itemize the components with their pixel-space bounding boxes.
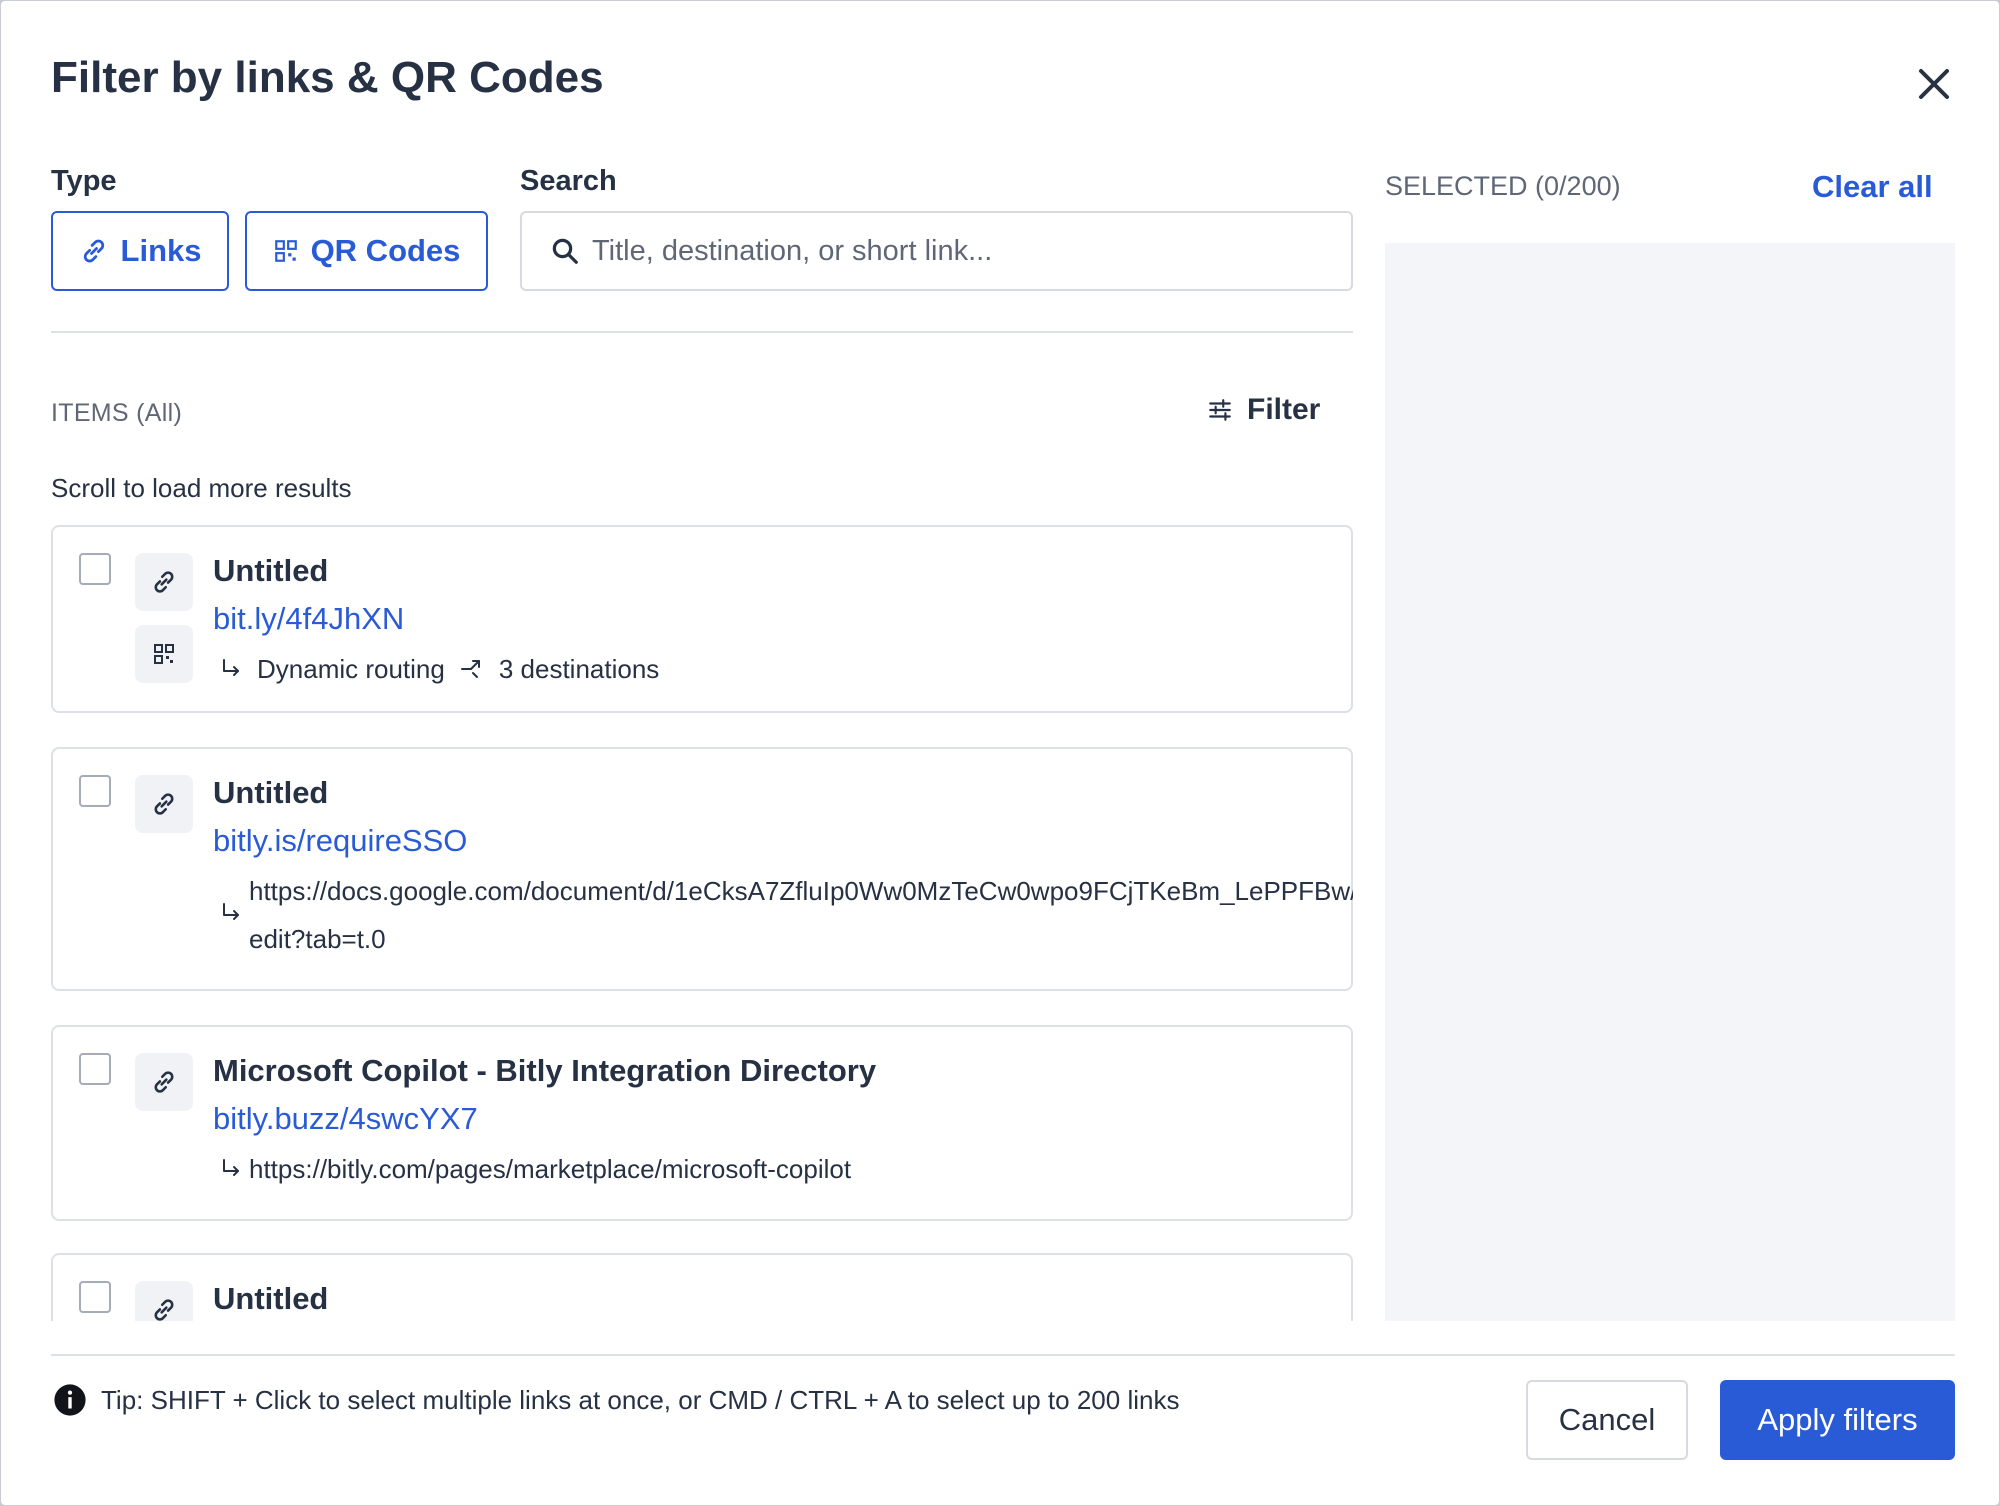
link-icon [154,1299,174,1321]
item-checkbox[interactable] [79,553,111,585]
tip-text: Tip: SHIFT + Click to select multiple li… [101,1384,1180,1415]
link-type-badge [135,775,193,833]
type-qr-label: QR Codes [310,233,461,268]
item-destination: https://docs.google.com/document/d/1eCks… [219,867,1353,963]
clear-all-button[interactable]: Clear all [1812,169,1933,205]
info-icon [54,1384,86,1416]
close-button[interactable] [1909,59,1959,109]
item-checkbox[interactable] [79,1053,111,1085]
cancel-button[interactable]: Cancel [1526,1380,1688,1460]
return-arrow-icon [223,659,239,676]
list-item[interactable]: Microsoft Copilot - Bitly Integration Di… [51,1025,1353,1221]
type-qr-button[interactable]: QR Codes [245,211,488,291]
item-title: Untitled [213,1281,329,1316]
link-type-badge [135,553,193,611]
close-icon [1919,69,1949,99]
modal-title: Filter by links & QR Codes [51,53,604,102]
item-title: Microsoft Copilot - Bitly Integration Di… [213,1053,877,1088]
destinations-count: 3 destinations [498,654,660,684]
return-arrow-icon [223,1159,239,1176]
qr-code-icon [274,240,297,262]
items-header: ITEMS (All) [51,399,183,427]
qr-type-badge [135,625,193,683]
tip-message: Tip: SHIFT + Click to select multiple li… [53,1383,1179,1417]
item-destination: https://bitly.com/pages/marketplace/micr… [219,1145,1353,1193]
item-checkbox[interactable] [79,775,111,807]
search-box [520,211,1353,291]
link-type-badge [135,1053,193,1111]
link-icon [154,793,174,815]
scroll-message: Scroll to load more results [51,473,352,503]
link-icon [154,1071,174,1093]
list-item[interactable]: Untitled [51,1253,1353,1321]
item-short-link[interactable]: bit.ly/4f4JhXN [213,601,404,637]
sliders-icon [1209,399,1231,421]
footer-divider [51,1354,1955,1356]
list-item[interactable]: Untitled bit.ly/4f4JhXN Dynamic routing … [51,525,1353,713]
selected-header: SELECTED (0/200) [1385,171,1621,201]
link-type-badge [135,1281,193,1321]
list-item[interactable]: Untitled bitly.is/requireSSO https://doc… [51,747,1353,991]
filter-button[interactable]: Filter [1207,393,1320,427]
routing-icon [460,660,480,678]
selected-panel [1385,243,1955,1321]
type-links-label: Links [120,233,202,268]
item-short-link[interactable]: bitly.buzz/4swcYX7 [213,1101,478,1137]
return-arrow-icon [223,903,239,920]
type-label: Type [51,165,117,197]
destination-url: https://docs.google.com/document/d/1eCks… [249,876,1353,954]
destination-url: https://bitly.com/pages/marketplace/micr… [249,1154,852,1184]
filter-modal: Filter by links & QR Codes Type Search L… [1,1,1999,1505]
type-links-button[interactable]: Links [51,211,229,291]
item-title: Untitled [213,775,329,810]
section-divider [51,331,1353,333]
search-input[interactable] [592,234,1351,268]
item-checkbox[interactable] [79,1281,111,1313]
filter-label: Filter [1247,393,1321,426]
item-title: Untitled [213,553,329,588]
search-label: Search [520,165,617,197]
apply-filters-button[interactable]: Apply filters [1720,1380,1955,1460]
link-icon [83,239,104,263]
item-routing: Dynamic routing 3 destinations [219,645,659,693]
link-icon [154,571,174,593]
search-icon [552,238,578,264]
routing-label: Dynamic routing [257,654,445,684]
qr-code-icon [154,644,174,664]
item-short-link[interactable]: bitly.is/requireSSO [213,823,467,859]
items-list[interactable]: Untitled bit.ly/4f4JhXN Dynamic routing … [51,525,1353,1321]
